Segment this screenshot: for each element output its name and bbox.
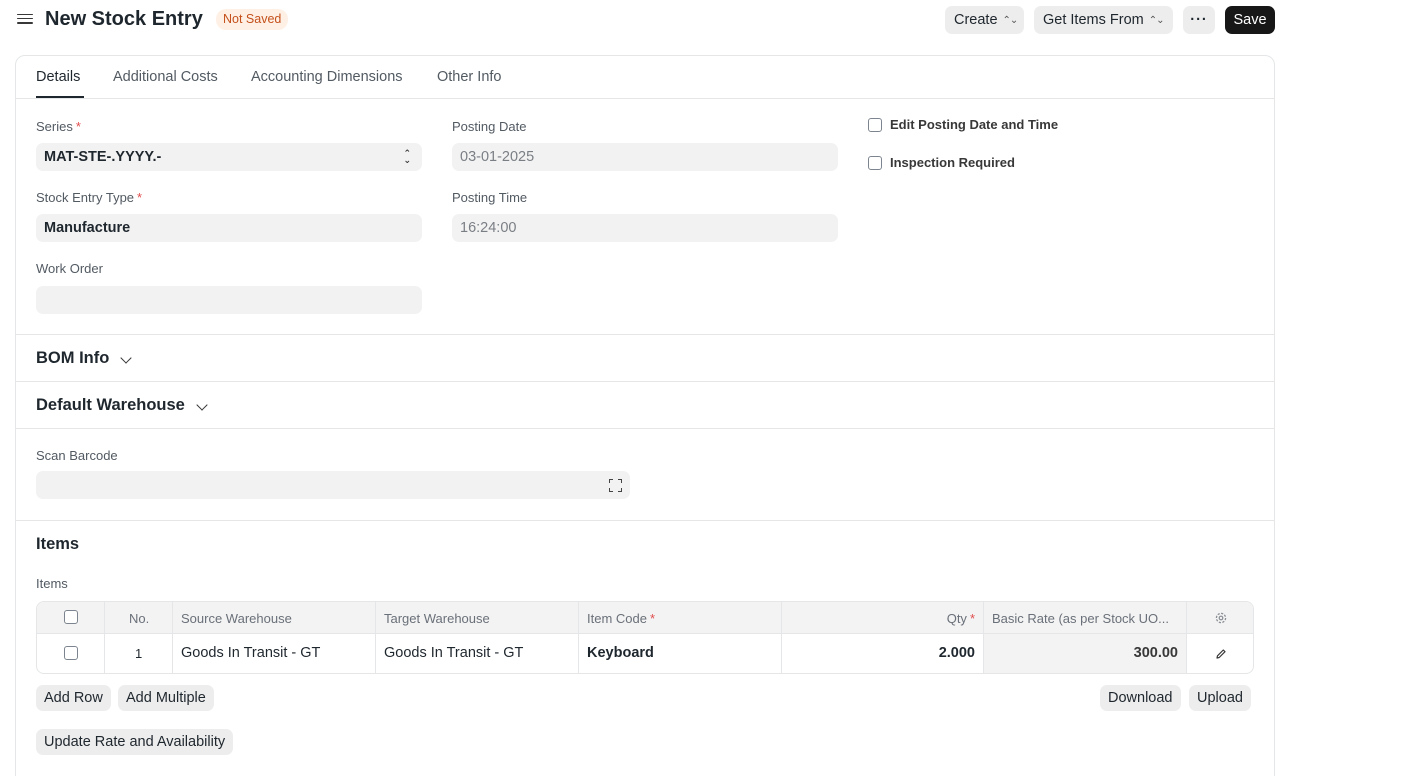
col-header-no: No. bbox=[129, 611, 150, 626]
save-button[interactable]: Save bbox=[1225, 6, 1275, 34]
form-tabs: Details Additional Costs Accounting Dime… bbox=[16, 56, 1274, 99]
col-header-source-warehouse: Source Warehouse bbox=[181, 611, 292, 626]
work-order-label: Work Order bbox=[36, 261, 103, 276]
edit-row-icon[interactable] bbox=[1215, 648, 1227, 660]
work-order-field[interactable] bbox=[36, 286, 422, 314]
scan-icon[interactable] bbox=[609, 479, 622, 492]
posting-date-field: 03-01-2025 bbox=[452, 143, 838, 171]
items-table: No. Source Warehouse Target Warehouse It… bbox=[36, 601, 1254, 674]
create-button[interactable]: Create ⌃⌄ bbox=[945, 6, 1024, 34]
chevron-down-icon[interactable] bbox=[196, 399, 208, 411]
table-row[interactable]: 1 Goods In Transit - GT Goods In Transit… bbox=[37, 634, 1253, 673]
tab-details[interactable]: Details bbox=[36, 69, 80, 85]
row-number: 1 bbox=[135, 646, 143, 661]
section-divider bbox=[16, 520, 1274, 521]
settings-gear-icon[interactable] bbox=[1214, 611, 1228, 625]
series-value: MAT-STE-.YYYY.- bbox=[44, 149, 162, 165]
col-header-qty: Qty * bbox=[946, 611, 975, 626]
item-code-cell: Keyboard bbox=[587, 645, 654, 661]
default-warehouse-section-toggle[interactable]: Default Warehouse bbox=[36, 396, 185, 415]
inspection-required-label: Inspection Required bbox=[890, 155, 1015, 170]
series-select[interactable]: MAT-STE-.YYYY.- ⌃ ⌄ bbox=[36, 143, 422, 171]
items-table-label: Items bbox=[36, 576, 68, 591]
col-header-item-code: Item Code * bbox=[587, 611, 656, 626]
stock-entry-type-label: Stock Entry Type * bbox=[36, 190, 143, 205]
posting-date-label: Posting Date bbox=[452, 119, 527, 134]
bom-info-section-toggle[interactable]: BOM Info bbox=[36, 349, 109, 368]
series-label: Series * bbox=[36, 119, 81, 134]
upload-button[interactable]: Upload bbox=[1189, 685, 1251, 711]
tab-other-info[interactable]: Other Info bbox=[437, 69, 501, 85]
create-button-label: Create bbox=[954, 12, 998, 28]
page-title: New Stock Entry bbox=[45, 8, 203, 30]
source-warehouse-cell: Goods In Transit - GT bbox=[181, 645, 321, 661]
update-rate-button[interactable]: Update Rate and Availability bbox=[36, 729, 234, 755]
active-tab-indicator bbox=[36, 96, 84, 98]
download-button[interactable]: Download bbox=[1100, 685, 1181, 711]
select-all-checkbox[interactable] bbox=[64, 610, 78, 624]
col-header-basic-rate: Basic Rate (as per Stock UO... bbox=[992, 611, 1170, 626]
chevron-updown-icon: ⌃⌄ bbox=[403, 148, 411, 165]
inspection-required-checkbox[interactable] bbox=[868, 156, 882, 170]
status-badge: Not Saved bbox=[216, 9, 289, 30]
table-header: No. Source Warehouse Target Warehouse It… bbox=[37, 602, 1253, 634]
col-header-target-warehouse: Target Warehouse bbox=[384, 611, 490, 626]
edit-posting-checkbox[interactable] bbox=[868, 118, 882, 132]
posting-time-label: Posting Time bbox=[452, 190, 528, 205]
chevron-updown-icon: ⌃⌄ bbox=[1002, 15, 1019, 26]
chevron-updown-icon: ⌃⌄ bbox=[1148, 15, 1165, 26]
edit-posting-label: Edit Posting Date and Time bbox=[890, 117, 1059, 132]
add-row-button[interactable]: Add Row bbox=[36, 685, 111, 711]
qty-cell: 2.000 bbox=[938, 645, 975, 661]
scan-barcode-input[interactable] bbox=[36, 471, 630, 499]
section-divider bbox=[16, 381, 1274, 382]
tab-accounting-dimensions[interactable]: Accounting Dimensions bbox=[251, 69, 403, 85]
posting-time-field: 16:24:00 bbox=[452, 214, 838, 242]
row-select-checkbox[interactable] bbox=[64, 646, 78, 660]
get-items-from-button[interactable]: Get Items From ⌃⌄ bbox=[1034, 6, 1173, 34]
section-divider bbox=[16, 428, 1274, 429]
get-items-from-label: Get Items From bbox=[1043, 12, 1144, 28]
chevron-down-icon[interactable] bbox=[120, 352, 132, 364]
form-card: Details Additional Costs Accounting Dime… bbox=[15, 55, 1275, 776]
more-actions-button[interactable]: ··· bbox=[1183, 6, 1215, 34]
section-divider bbox=[16, 334, 1274, 335]
add-multiple-button[interactable]: Add Multiple bbox=[118, 685, 214, 711]
scan-barcode-label: Scan Barcode bbox=[36, 448, 118, 463]
tab-additional-costs[interactable]: Additional Costs bbox=[113, 69, 218, 85]
stock-entry-type-field[interactable]: Manufacture bbox=[36, 214, 422, 242]
sidebar-toggle-icon[interactable] bbox=[17, 11, 33, 27]
target-warehouse-cell: Goods In Transit - GT bbox=[384, 645, 524, 661]
items-section-title: Items bbox=[36, 535, 80, 553]
basic-rate-cell: 300.00 bbox=[1133, 645, 1178, 661]
